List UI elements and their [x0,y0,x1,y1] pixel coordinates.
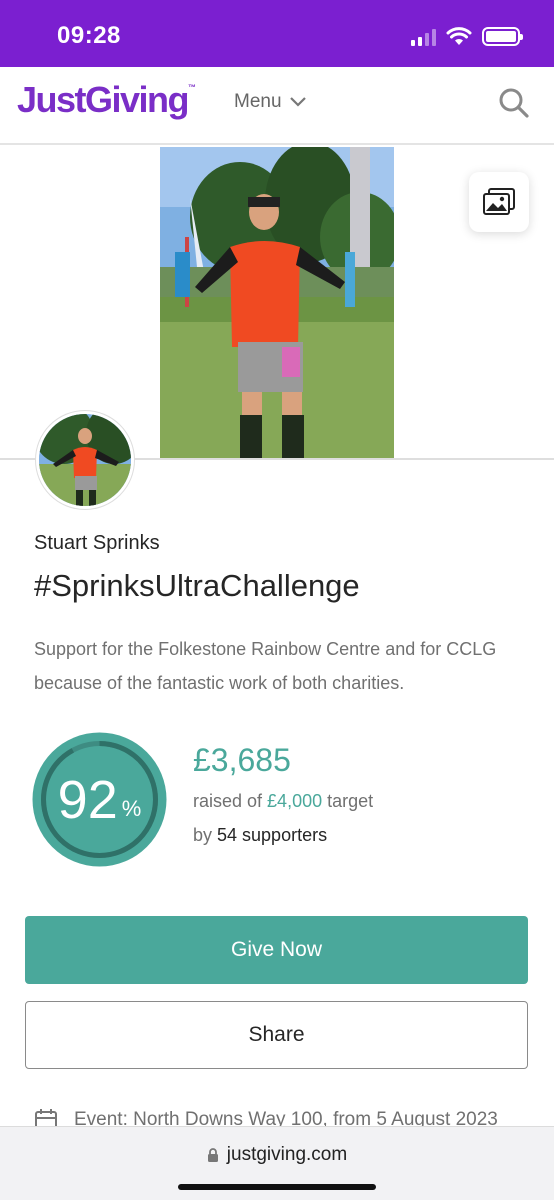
url-text: justgiving.com [226,1144,348,1165]
justgiving-logo[interactable]: JustGiving™ [17,79,196,121]
signal-icon [411,28,436,46]
page-owner-name: Stuart Sprinks [34,532,160,554]
target-amount: £4,000 [267,791,323,811]
share-button[interactable]: Share [25,1001,528,1069]
wifi-icon [446,27,472,45]
avatar [36,411,134,509]
page-story: Support for the Folkestone Rainbow Centr… [34,639,497,693]
percent-number: 92 [57,769,118,830]
menu-button[interactable]: Menu [234,91,306,113]
raised-amount: £3,685 [193,742,291,778]
status-icons [411,27,523,46]
percent-sign: % [121,795,142,821]
gallery-button[interactable] [469,172,529,232]
search-icon[interactable] [498,87,530,119]
status-time: 09:28 [57,22,121,49]
progress-percent: 92 % [32,732,167,867]
home-indicator [178,1184,376,1190]
chevron-down-icon [289,97,306,107]
status-bar: 09:28 [0,0,554,67]
supporters-line: by 54 supporters [193,825,328,845]
raised-target-line: raised of £4,000 target [193,791,374,811]
supporters-count[interactable]: 54 supporters [217,825,327,845]
image-gallery-icon [483,188,515,215]
top-nav: JustGiving™ Menu [0,67,554,145]
hero-photo[interactable] [160,147,394,458]
url-display[interactable]: justgiving.com [0,1144,554,1166]
lock-icon [207,1147,218,1162]
battery-icon [482,27,523,46]
give-now-button[interactable]: Give Now [25,916,528,984]
browser-url-bar[interactable]: justgiving.com [0,1126,554,1200]
page-title: #SprinksUltraChallenge [34,568,360,603]
menu-label: Menu [234,91,282,112]
